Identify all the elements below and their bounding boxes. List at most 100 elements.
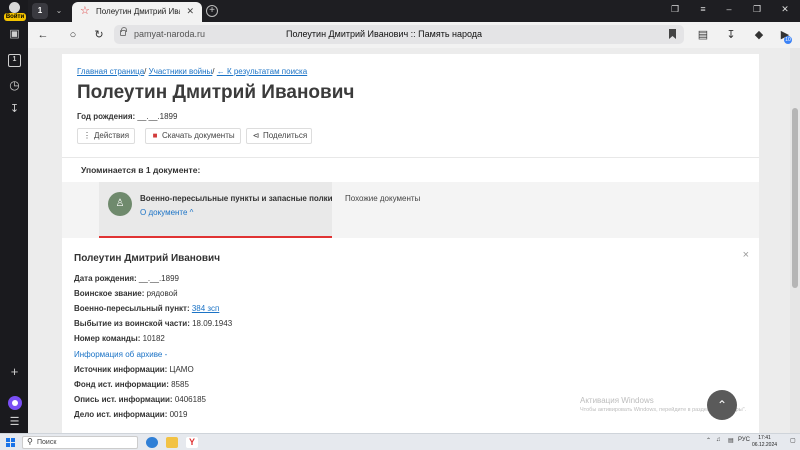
notification-icon[interactable]: ▢ <box>790 437 796 444</box>
assistant-icon[interactable] <box>8 396 22 410</box>
url-field[interactable]: pamyat-naroda.ru Полеутин Дмитрий Иванов… <box>114 25 684 44</box>
address-bar: ← ○ ↻ pamyat-naroda.ru Полеутин Дмитрий … <box>28 22 800 48</box>
field-label: Воинское звание: <box>74 289 145 298</box>
detail-title: Полеутин Дмитрий Иванович <box>74 253 221 264</box>
close-window-icon[interactable]: ✕ <box>778 4 792 15</box>
page-title: Полеутин Дмитрий Иванович <box>77 82 355 103</box>
soldiers-icon: ♙ <box>108 192 132 216</box>
minimize-icon[interactable]: – <box>722 4 736 14</box>
field-value: ЦАМО <box>169 365 194 374</box>
breadcrumb-participants-link[interactable]: Участники войны <box>149 67 213 76</box>
back-icon[interactable]: ← <box>36 28 50 42</box>
birth-value: __.__.1899 <box>137 112 178 121</box>
login-badge: Войти <box>4 13 26 21</box>
taskbar-search[interactable]: ⚲ Поиск <box>22 436 138 449</box>
field-label: Опись ист. информации: <box>74 395 173 404</box>
counter-icon[interactable]: 1 <box>8 54 21 67</box>
share-icon: ⊲ <box>252 131 260 140</box>
field-file: Дело ист. информации: 0019 <box>74 410 187 419</box>
login-button[interactable]: Войти <box>4 2 26 22</box>
chevron-down-icon[interactable]: ⌄ <box>52 3 66 19</box>
history-icon[interactable]: ◷ <box>8 79 21 92</box>
yandex-browser-icon[interactable]: Y <box>186 437 198 448</box>
field-value: 0019 <box>169 410 188 419</box>
actions-label: Действия <box>94 131 130 140</box>
reload-icon[interactable]: ↻ <box>92 28 106 42</box>
field-source: Источник информации: ЦАМО <box>74 365 194 374</box>
collections-icon[interactable]: ❐ <box>668 4 682 15</box>
file-explorer-icon[interactable] <box>166 437 178 448</box>
security-icon[interactable]: ◆ <box>752 28 766 42</box>
document-icon: ■ <box>152 131 158 140</box>
field-value: рядовой <box>146 289 178 298</box>
clock[interactable]: 17:41 06.12.2024 <box>752 435 777 449</box>
actions-button[interactable]: ⋮ Действия <box>77 128 135 144</box>
url-domain: pamyat-naroda.ru <box>134 29 206 39</box>
breadcrumb: Главная страница/ Участники войны/ ← К р… <box>77 67 307 76</box>
download-label: Скачать документы <box>162 131 235 140</box>
edge-icon[interactable] <box>146 437 158 448</box>
language-indicator[interactable]: РУС <box>738 437 750 443</box>
downloads-icon[interactable]: ↧ <box>8 103 21 116</box>
documents-strip: ♙ Военно-пересыльные пункты и запасные п… <box>62 182 759 238</box>
field-transit-point: Военно-пересыльный пункт: 384 зсп <box>74 304 219 313</box>
volume-icon[interactable]: ♫ <box>716 437 721 443</box>
share-label: Поделиться <box>263 131 308 140</box>
star-icon: ☆ <box>80 5 90 17</box>
scroll-to-top-button[interactable]: ⌃ <box>707 390 737 420</box>
restore-icon[interactable]: ❐ <box>750 4 764 15</box>
birth-year: Год рождения: __.__.1899 <box>77 112 177 121</box>
field-label: Военно-пересыльный пункт: <box>74 304 190 313</box>
network-icon[interactable]: ▤ <box>728 437 734 444</box>
scrollbar-thumb[interactable] <box>792 108 798 288</box>
download-documents-button[interactable]: ■ Скачать документы <box>145 128 241 144</box>
windows-start-icon[interactable] <box>6 438 15 447</box>
back-to-results-link[interactable]: ← К результатам поиска <box>217 67 307 76</box>
close-icon[interactable]: × <box>743 249 749 261</box>
menu-icon[interactable]: ≡ <box>696 4 710 14</box>
browser-sidebar: Войти ▣ 1 ◷ ↧ + ☰ <box>0 0 28 433</box>
tab-bar: 1 ⌄ ☆ Полеутин Дмитрий Иван ✕ + ❐ ≡ – ❐ … <box>28 0 800 22</box>
camera-icon[interactable]: ▣ <box>8 28 21 41</box>
extensions-badge: 10 <box>784 36 792 44</box>
field-fond: Фонд ист. информации: 8585 <box>74 380 189 389</box>
birth-label: Год рождения: <box>77 112 136 121</box>
field-label: Номер команды: <box>74 334 141 343</box>
menu-icon[interactable]: ☰ <box>8 416 21 429</box>
field-departure: Выбытие из воинской части: 18.09.1943 <box>74 319 232 328</box>
tab-counter[interactable]: 1 <box>32 3 48 19</box>
field-birth-date: Дата рождения: __.__.1899 <box>74 274 179 283</box>
about-document-link[interactable]: О документе ^ <box>140 208 193 217</box>
taskbar: ⚲ Поиск Y ⌃ ♫ ▤ РУС 17:41 06.12.2024 ▢ <box>0 433 800 450</box>
tab-active[interactable]: ☆ Полеутин Дмитрий Иван ✕ <box>72 2 202 22</box>
search-placeholder: Поиск <box>37 439 57 446</box>
person-card: Главная страница/ Участники войны/ ← К р… <box>62 54 759 433</box>
avatar <box>9 2 20 13</box>
field-value: 0406185 <box>174 395 206 404</box>
download-icon[interactable]: ↧ <box>724 28 738 42</box>
breadcrumb-home-link[interactable]: Главная страница <box>77 67 144 76</box>
field-label: Выбытие из воинской части: <box>74 319 190 328</box>
new-tab-button[interactable]: + <box>206 5 218 17</box>
field-label: Источник информации: <box>74 365 168 374</box>
close-icon[interactable]: ✕ <box>186 6 194 17</box>
field-inventory: Опись ист. информации: 0406185 <box>74 395 206 404</box>
divider <box>62 157 759 158</box>
yandex-icon[interactable]: ○ <box>66 28 80 42</box>
more-vertical-icon: ⋮ <box>83 131 91 140</box>
field-value: __.__.1899 <box>138 274 179 283</box>
share-button[interactable]: ⊲ Поделиться <box>246 128 312 144</box>
clock-date: 06.12.2024 <box>752 442 778 448</box>
transit-point-link[interactable]: 384 зсп <box>192 304 219 313</box>
scrollbar[interactable] <box>790 48 800 433</box>
field-label: Дата рождения: <box>74 274 137 283</box>
similar-documents-tab[interactable]: Похожие документы <box>345 194 420 203</box>
chevron-up-icon[interactable]: ⌃ <box>706 437 711 444</box>
document-tab[interactable]: ♙ Военно-пересыльные пункты и запасные п… <box>99 182 333 238</box>
archive-info-toggle[interactable]: Информация об архиве - <box>74 350 167 359</box>
bookmark-icon[interactable] <box>669 29 676 39</box>
field-value: 8585 <box>171 380 189 389</box>
page-viewport: Главная страница/ Участники войны/ ← К р… <box>28 48 790 433</box>
reader-icon[interactable]: ▤ <box>696 28 710 42</box>
add-icon[interactable]: + <box>8 365 21 378</box>
